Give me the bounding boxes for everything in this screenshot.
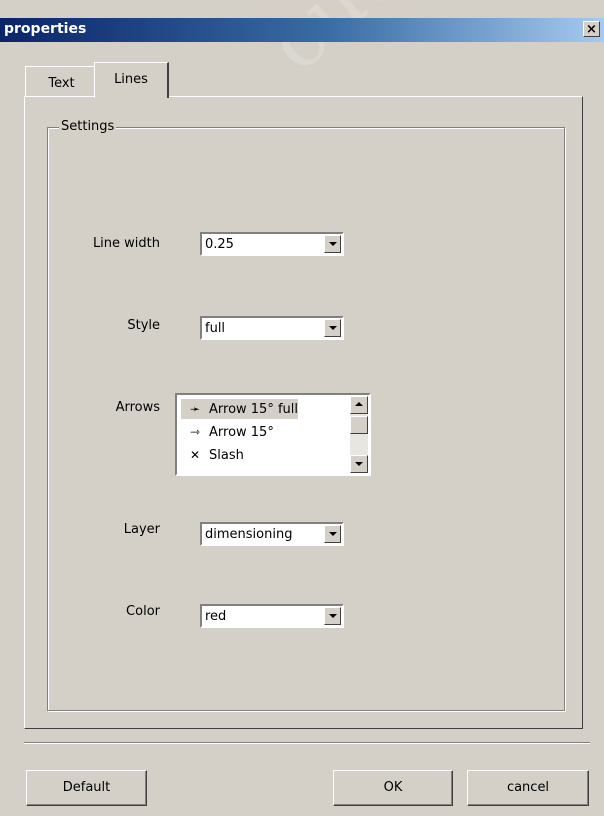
list-item[interactable]: ⇾ Arrow 15° xyxy=(181,422,274,442)
chevron-down-icon[interactable] xyxy=(324,319,341,337)
layer-value: dimensioning xyxy=(205,527,293,542)
chevron-down-icon[interactable] xyxy=(324,235,341,253)
arrow-open-icon: ⇾ xyxy=(189,425,201,439)
cancel-button-label: cancel xyxy=(506,780,550,795)
style-label: Style xyxy=(127,318,160,333)
list-item-label: Slash xyxy=(209,448,244,463)
divider xyxy=(24,742,590,744)
scroll-up-icon[interactable] xyxy=(350,396,368,414)
line-width-select[interactable]: 0.25 xyxy=(200,232,344,256)
settings-group-label: Settings xyxy=(59,119,117,134)
watermark-text: cuuduong xyxy=(250,0,604,89)
list-item-label: Arrow 15° xyxy=(209,425,274,440)
slash-icon: ✕ xyxy=(189,448,201,462)
tab-lines[interactable]: Lines xyxy=(94,62,169,98)
list-item[interactable]: ✕ Slash xyxy=(181,445,244,465)
line-width-label: Line width xyxy=(92,236,160,251)
scroll-down-icon[interactable] xyxy=(350,455,368,473)
default-button-label: Default xyxy=(62,780,111,795)
list-item[interactable]: ➛ Arrow 15° full xyxy=(181,399,299,419)
arrow-full-icon: ➛ xyxy=(189,402,201,416)
chevron-down-icon[interactable] xyxy=(324,607,341,625)
ok-button[interactable]: OK xyxy=(333,770,453,806)
list-item-label: Arrow 15° full xyxy=(209,402,299,417)
tab-lines-label: Lines xyxy=(114,72,148,87)
default-button[interactable]: Default xyxy=(26,770,147,806)
style-select[interactable]: full xyxy=(200,316,344,340)
layer-label: Layer xyxy=(123,522,160,537)
tab-text-label: Text xyxy=(48,76,75,91)
line-width-value: 0.25 xyxy=(205,237,234,252)
listbox-scrollbar[interactable] xyxy=(350,396,368,473)
close-icon: × xyxy=(586,22,597,37)
close-button[interactable]: × xyxy=(583,21,600,37)
title-bar: properties × xyxy=(0,18,604,42)
cancel-button[interactable]: cancel xyxy=(467,770,589,806)
ok-button-label: OK xyxy=(383,780,403,795)
color-value: red xyxy=(205,609,227,624)
layer-select[interactable]: dimensioning xyxy=(200,522,344,546)
window-title: properties xyxy=(4,21,87,37)
chevron-down-icon[interactable] xyxy=(324,525,341,543)
scroll-thumb[interactable] xyxy=(350,416,368,434)
color-label: Color xyxy=(126,604,160,619)
tab-text[interactable]: Text xyxy=(25,66,97,96)
style-value: full xyxy=(205,321,226,336)
color-select[interactable]: red xyxy=(200,604,344,628)
arrows-label: Arrows xyxy=(115,400,160,415)
arrows-listbox[interactable]: ➛ Arrow 15° full ⇾ Arrow 15° ✕ Slash xyxy=(175,393,371,476)
